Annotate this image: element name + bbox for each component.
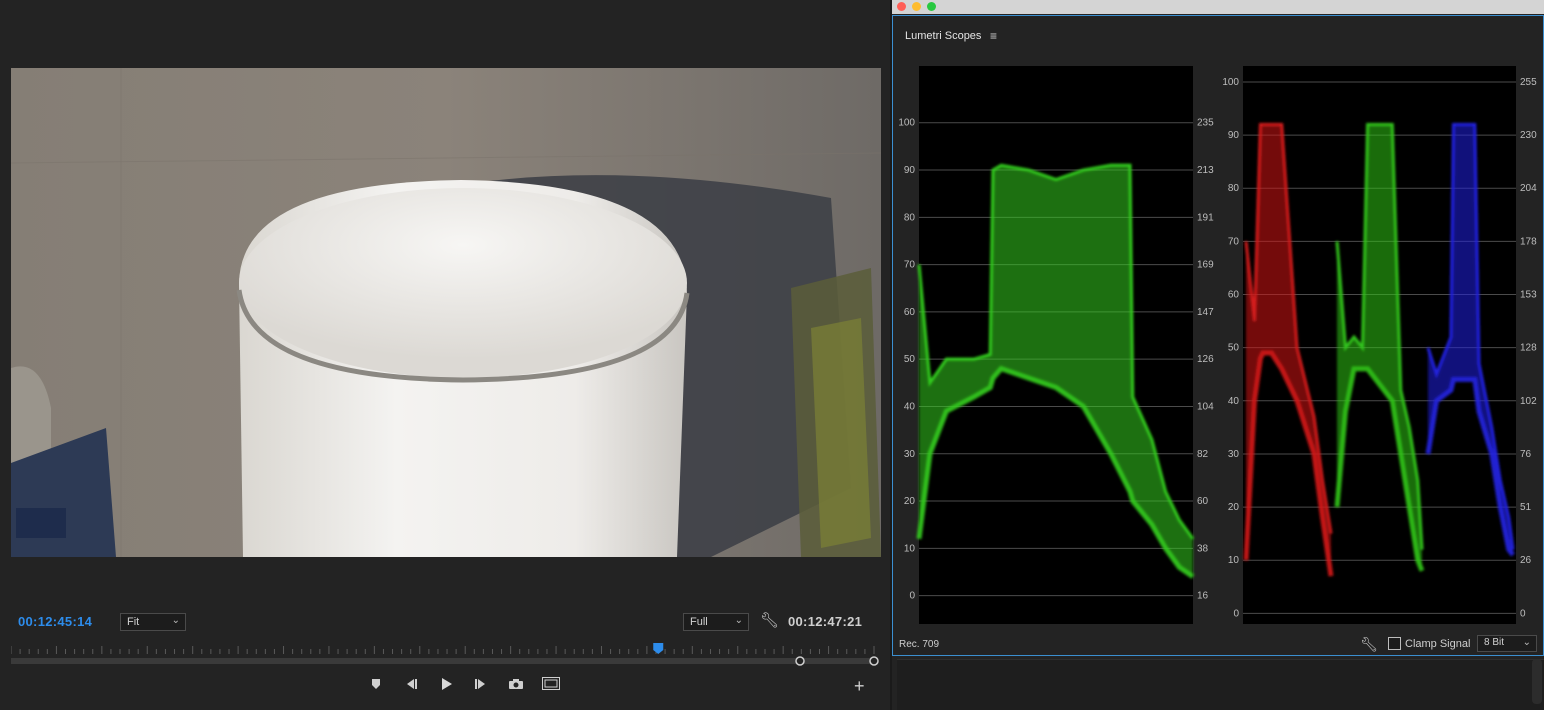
duration-timecode: 00:12:47:21 [788, 614, 863, 629]
tick-label-right: 76 [1520, 449, 1532, 460]
tick-label-right: 104 [1197, 401, 1214, 412]
safe-margins-icon[interactable] [541, 677, 561, 695]
bit-depth-select[interactable]: 8 Bit ⌄ [1477, 635, 1537, 652]
tick-label-left: 90 [1228, 130, 1240, 141]
step-back-icon[interactable] [401, 677, 421, 695]
tick-label-right: 82 [1197, 449, 1209, 460]
tick-label-left: 50 [1228, 343, 1240, 354]
chevron-down-icon: ⌄ [734, 615, 743, 626]
tick-label-right: 153 [1520, 290, 1537, 301]
tick-label-right: 26 [1520, 555, 1532, 566]
tick-label-right: 235 [1197, 118, 1214, 129]
tick-label-right: 0 [1520, 608, 1526, 619]
tick-label-right: 102 [1520, 396, 1537, 407]
tick-label-right: 38 [1197, 543, 1209, 554]
add-marker-icon[interactable] [366, 677, 386, 695]
video-frame[interactable] [11, 68, 881, 557]
zoom-handle-left[interactable] [795, 656, 805, 666]
tick-label-left: 0 [909, 591, 915, 602]
tick-label-left: 30 [1228, 449, 1240, 460]
lower-panel [897, 659, 1544, 710]
wrench-icon[interactable]: 🔧︎ [760, 612, 779, 630]
tick-label-left: 80 [1228, 183, 1240, 194]
premiere-workspace: 00:12:45:14 Fit ⌄ Full ⌄ 🔧︎ 00:12:47:21 [0, 0, 1544, 710]
scopes-display: 100 23590 21380 19170 16960 14750 12640 10430 82… [898, 66, 1537, 624]
plus-icon[interactable]: + [854, 677, 865, 695]
tick-label-right: 204 [1520, 183, 1537, 194]
tick-label-right: 126 [1197, 354, 1214, 365]
tick-label-right: 51 [1520, 502, 1532, 513]
tick-label-left: 100 [898, 118, 915, 129]
playback-resolution-select[interactable]: Full ⌄ [683, 613, 749, 631]
tick-label-right: 191 [1197, 212, 1214, 223]
ruler-ticks [11, 646, 875, 654]
tick-label-left: 50 [904, 354, 916, 365]
play-icon[interactable] [436, 677, 456, 695]
step-forward-icon[interactable] [471, 677, 491, 695]
current-timecode[interactable]: 00:12:45:14 [18, 614, 92, 629]
tick-label-right: 147 [1197, 307, 1214, 318]
video-frame-image [11, 68, 881, 557]
tick-label-left: 10 [1228, 555, 1240, 566]
tick-label-right: 255 [1520, 77, 1537, 88]
playback-resolution-value: Full [690, 616, 708, 628]
color-space-label[interactable]: Rec. 709 [899, 639, 939, 650]
tick-label-left: 10 [904, 543, 916, 554]
chevron-down-icon: ⌄ [1522, 637, 1531, 648]
tick-label-right: 178 [1520, 236, 1537, 247]
tick-label-left: 40 [904, 401, 916, 412]
tick-label-left: 60 [904, 307, 916, 318]
camera-icon[interactable] [506, 677, 526, 695]
tick-label-right: 128 [1520, 343, 1537, 354]
bit-depth-value: 8 Bit [1484, 637, 1505, 648]
tick-label-left: 100 [1222, 77, 1239, 88]
tick-label-left: 80 [904, 212, 916, 223]
zoom-level-select[interactable]: Fit ⌄ [120, 613, 186, 631]
tick-label-right: 213 [1197, 165, 1214, 176]
wrench-icon[interactable]: 🔧︎ [1360, 635, 1378, 653]
tick-label-right: 60 [1197, 496, 1209, 507]
tick-label-left: 20 [904, 496, 916, 507]
tick-label-left: 40 [1228, 396, 1240, 407]
tick-label-left: 30 [904, 449, 916, 460]
playhead[interactable] [653, 643, 664, 654]
lumetri-scopes-window: Lumetri Scopes ≡ 100 235 90 213 80 191 70 169 60… [892, 0, 1544, 656]
tick-label-left: 0 [1233, 608, 1239, 619]
tick-label-left: 90 [904, 165, 916, 176]
tick-label-right: 169 [1197, 260, 1214, 271]
tick-label-left: 20 [1228, 502, 1240, 513]
program-monitor: 00:12:45:14 Fit ⌄ Full ⌄ 🔧︎ 00:12:47:21 [0, 0, 890, 710]
tick-label-right: 16 [1197, 591, 1209, 602]
tick-label-left: 70 [904, 260, 916, 271]
clamp-signal-checkbox[interactable] [1388, 637, 1401, 650]
zoom-handle-right[interactable] [869, 656, 879, 666]
tick-label-left: 70 [1228, 236, 1240, 247]
zoom-level-value: Fit [127, 616, 140, 628]
tick-label-left: 60 [1228, 290, 1240, 301]
chevron-down-icon: ⌄ [171, 615, 180, 626]
time-ruler[interactable] [11, 640, 881, 670]
tick-label-right: 230 [1520, 130, 1537, 141]
clamp-signal-label: Clamp Signal [1405, 638, 1471, 650]
lower-panel-scrollbar[interactable] [1532, 659, 1542, 704]
